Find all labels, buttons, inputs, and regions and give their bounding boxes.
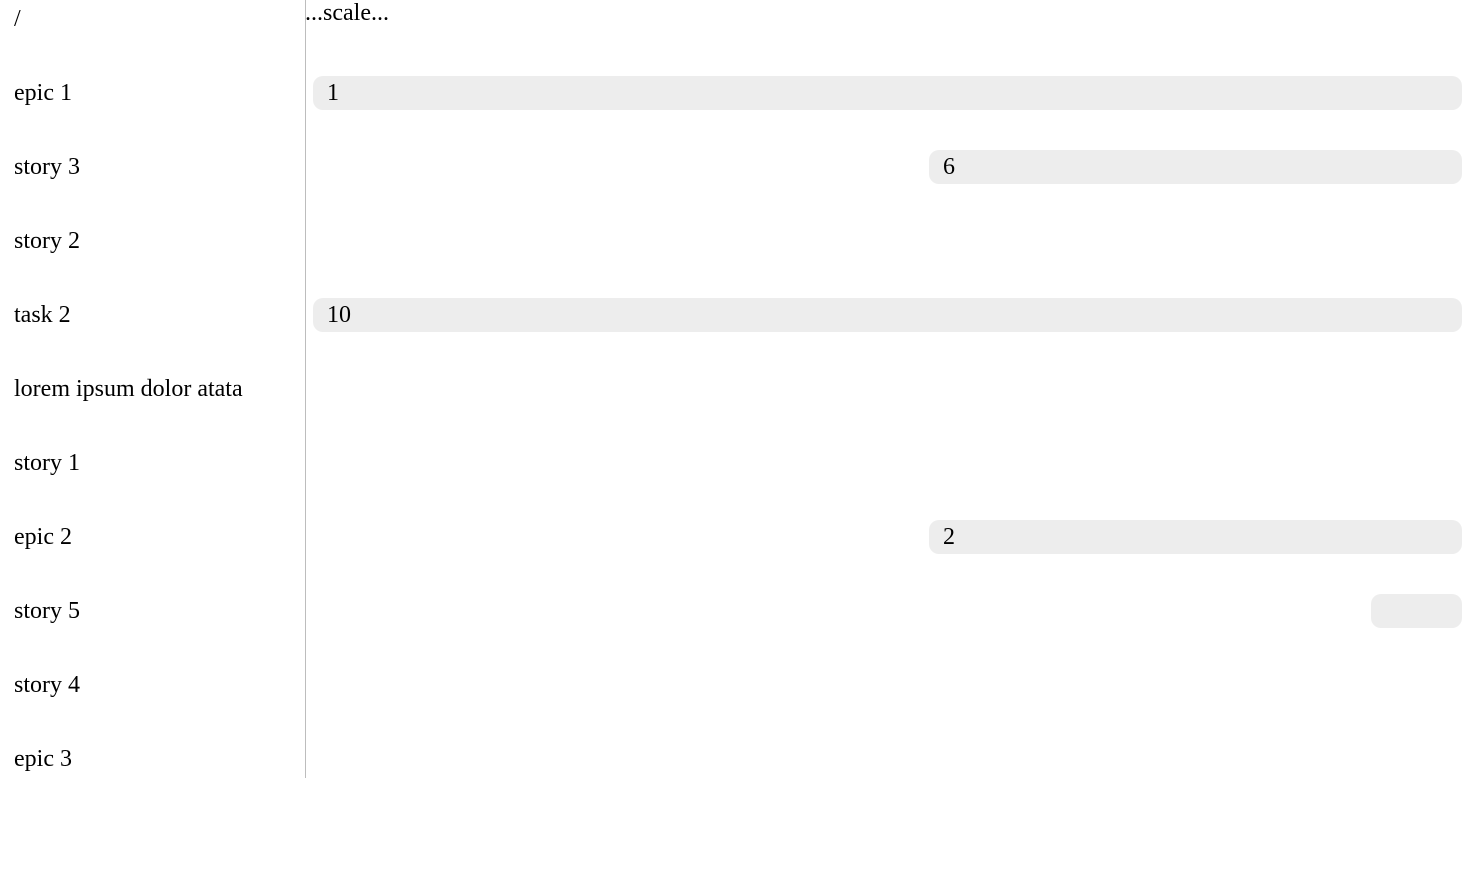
row-label[interactable]: epic 2 bbox=[0, 524, 305, 551]
header-left-label: / bbox=[0, 6, 305, 33]
gantt-row: epic 3 bbox=[0, 740, 1462, 778]
gantt-row: story 2 bbox=[0, 222, 1462, 260]
row-timeline: 10 bbox=[305, 296, 1462, 334]
row-label[interactable]: story 4 bbox=[0, 672, 305, 699]
header-row: / ...scale... bbox=[0, 0, 1462, 38]
gantt-bar[interactable]: 6 bbox=[929, 150, 1462, 184]
row-timeline: 6 bbox=[305, 148, 1462, 186]
gantt-row: story 5 bbox=[0, 592, 1462, 630]
row-label[interactable]: lorem ipsum dolor atata bbox=[0, 376, 305, 403]
gantt-bar-value: 6 bbox=[943, 154, 955, 181]
row-timeline bbox=[305, 666, 1462, 704]
scale-placeholder: ...scale... bbox=[305, 0, 389, 26]
gantt-bar-value: 2 bbox=[943, 524, 955, 551]
gantt-row: story 1 bbox=[0, 444, 1462, 482]
row-label[interactable]: task 2 bbox=[0, 302, 305, 329]
row-timeline bbox=[305, 370, 1462, 408]
gantt-bar[interactable]: 10 bbox=[313, 298, 1462, 332]
gantt-row: epic 1 1 bbox=[0, 74, 1462, 112]
gantt-bar-value: 1 bbox=[327, 80, 339, 107]
gantt-container: / ...scale... epic 1 1 story 3 6 story 2 task… bbox=[0, 0, 1462, 778]
row-label[interactable]: epic 1 bbox=[0, 80, 305, 107]
row-label[interactable]: epic 3 bbox=[0, 746, 305, 773]
rows-container: epic 1 1 story 3 6 story 2 task 2 10 lorem ipsu… bbox=[0, 74, 1462, 778]
row-timeline: 1 bbox=[305, 74, 1462, 112]
gantt-row: story 4 bbox=[0, 666, 1462, 704]
row-label[interactable]: story 3 bbox=[0, 154, 305, 181]
gantt-row: lorem ipsum dolor atata bbox=[0, 370, 1462, 408]
row-label[interactable]: story 2 bbox=[0, 228, 305, 255]
row-label[interactable]: story 5 bbox=[0, 598, 305, 625]
header-timeline: ...scale... bbox=[305, 0, 1462, 38]
gantt-bar[interactable]: 1 bbox=[313, 76, 1462, 110]
row-timeline bbox=[305, 592, 1462, 630]
row-timeline bbox=[305, 740, 1462, 778]
row-timeline: 2 bbox=[305, 518, 1462, 556]
gantt-row: story 3 6 bbox=[0, 148, 1462, 186]
gantt-row: epic 2 2 bbox=[0, 518, 1462, 556]
row-timeline bbox=[305, 222, 1462, 260]
gantt-bar[interactable]: 2 bbox=[929, 520, 1462, 554]
row-label[interactable]: story 1 bbox=[0, 450, 305, 477]
gantt-bar[interactable] bbox=[1371, 594, 1462, 628]
gantt-bar-value: 10 bbox=[327, 302, 351, 329]
gantt-row: task 2 10 bbox=[0, 296, 1462, 334]
row-timeline bbox=[305, 444, 1462, 482]
